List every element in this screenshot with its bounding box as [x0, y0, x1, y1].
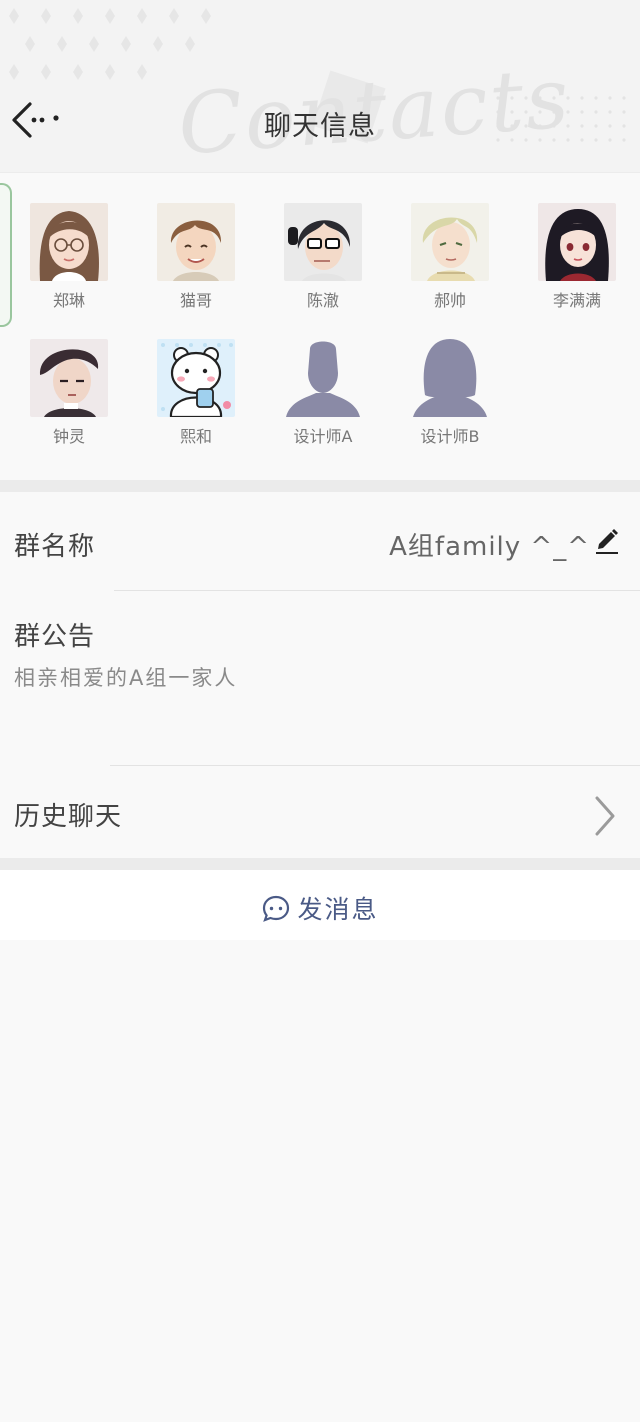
member-grid: 郑琳 猫哥 陈澈 郝帅 李满满 钟灵 熙和 设计师A 设计师B — [0, 173, 640, 480]
member-item[interactable]: 猫哥 — [151, 203, 241, 311]
member-name: 设计师A — [293, 427, 353, 446]
member-name: 猫哥 — [179, 291, 212, 310]
chat-bubble-icon — [263, 895, 290, 922]
group-name-row[interactable]: 群名称 A组family ^_^ — [0, 492, 640, 590]
member-name: 设计师B — [420, 427, 480, 446]
edit-pencil-icon[interactable] — [594, 526, 620, 554]
blond-boy-avatar — [411, 203, 489, 281]
default-female-avatar — [411, 339, 489, 417]
member-name: 陈澈 — [306, 291, 339, 310]
default-male-avatar — [284, 339, 362, 417]
bear-sticker-avatar — [157, 339, 235, 417]
send-message-button[interactable]: 发消息 — [0, 870, 640, 940]
chat-history-row[interactable]: 历史聊天 — [0, 766, 640, 858]
chevron-right-icon — [595, 796, 615, 836]
member-item[interactable]: 设计师B — [405, 339, 495, 447]
section-divider — [0, 480, 640, 492]
member-item[interactable]: 陈澈 — [278, 203, 368, 311]
member-name: 李满满 — [552, 291, 601, 310]
section-divider — [0, 858, 640, 870]
brown-hair-boy-avatar — [157, 203, 235, 281]
black-hair-girl-avatar — [538, 203, 616, 281]
member-item[interactable]: 李满满 — [532, 203, 622, 311]
side-tab-handle[interactable] — [0, 183, 12, 327]
group-notice-text: 相亲相爱的A组一家人 — [14, 666, 238, 690]
headphones-boy-avatar — [284, 203, 362, 281]
member-item[interactable]: 熙和 — [151, 339, 241, 447]
member-item[interactable]: 钟灵 — [24, 339, 114, 447]
group-name-label: 群名称 — [14, 532, 96, 562]
header: Contacts 聊天信息 — [0, 0, 640, 173]
member-item[interactable]: 郝帅 — [405, 203, 495, 311]
member-item[interactable]: 设计师A — [278, 339, 368, 447]
send-message-label: 发消息 — [297, 895, 379, 924]
member-name: 钟灵 — [52, 427, 85, 446]
group-name-value: A组family ^_^ — [389, 532, 590, 562]
member-name: 熙和 — [179, 427, 212, 446]
group-notice-label: 群公告 — [14, 622, 96, 652]
chat-history-label: 历史聊天 — [14, 802, 123, 832]
page-title: 聊天信息 — [264, 111, 376, 142]
dark-hair-man-avatar — [30, 339, 108, 417]
member-item[interactable]: 郑琳 — [24, 203, 114, 311]
member-name: 郝帅 — [433, 291, 466, 310]
girl-glasses-avatar — [30, 203, 108, 281]
member-name: 郑琳 — [52, 291, 85, 310]
